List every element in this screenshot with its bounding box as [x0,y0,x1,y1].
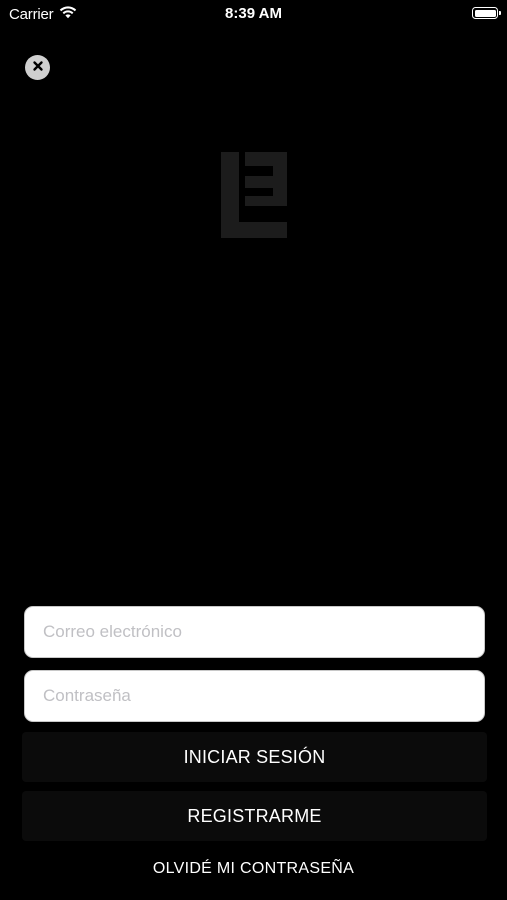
close-icon [32,59,44,77]
password-field[interactable] [24,670,485,722]
close-button[interactable] [25,55,50,80]
login-button[interactable]: INICIAR SESIÓN [22,732,487,782]
status-time: 8:39 AM [225,5,282,22]
email-field[interactable] [24,606,485,658]
app-logo [221,152,287,238]
register-button-label: REGISTRARME [187,805,322,826]
login-form [24,606,485,722]
status-bar: Carrier 8:39 AM [0,0,507,28]
register-button[interactable]: REGISTRARME [22,791,487,841]
forgot-password-link[interactable]: OLVIDÉ MI CONTRASEÑA [0,860,507,878]
battery-icon [472,7,501,19]
login-button-label: INICIAR SESIÓN [183,746,326,767]
